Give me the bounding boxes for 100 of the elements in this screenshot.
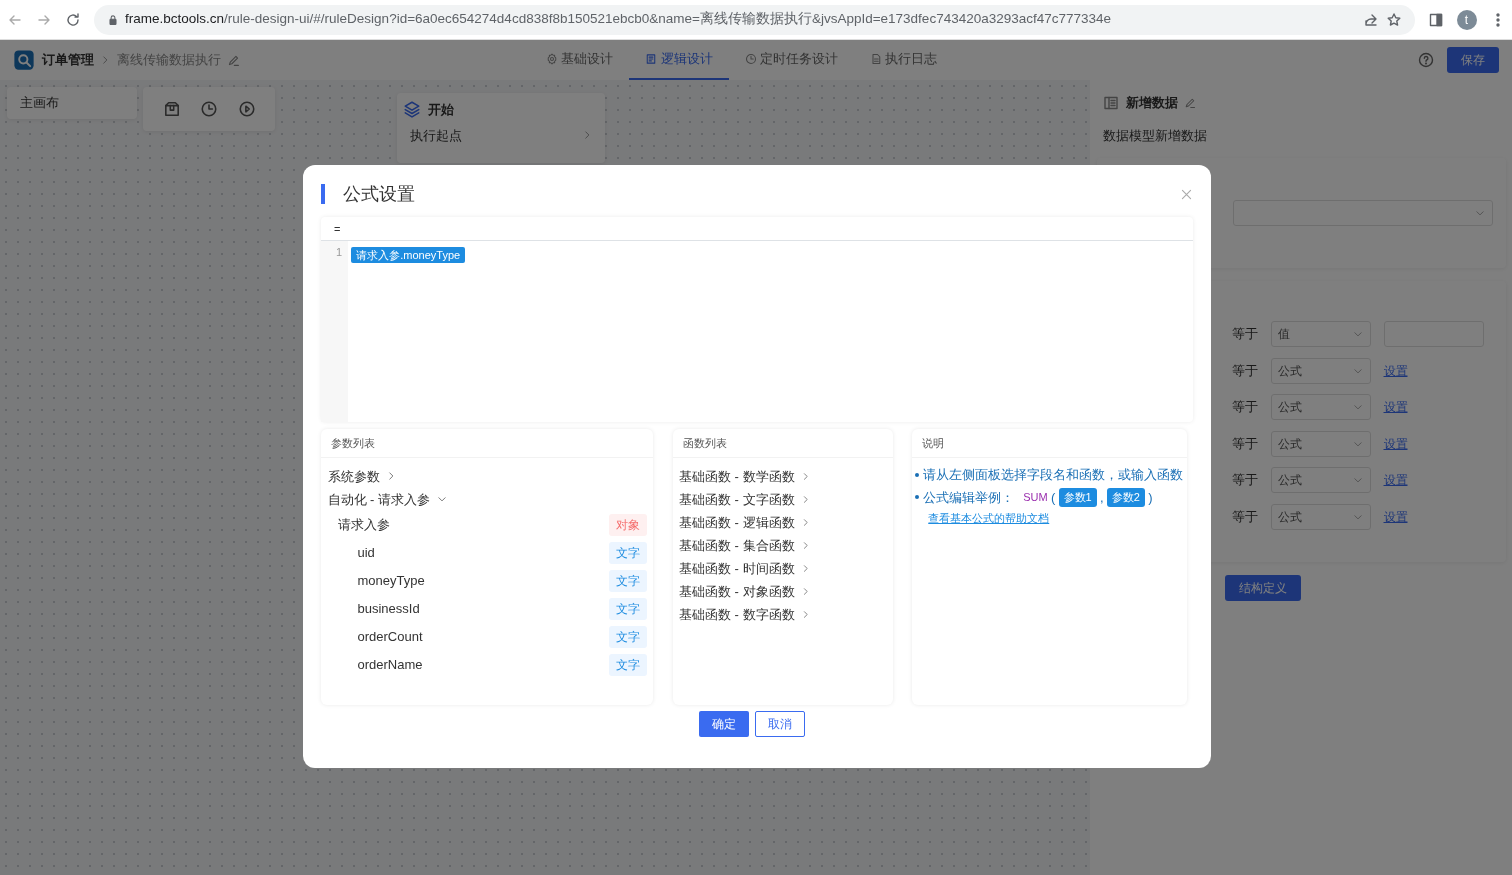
node-item: 执行起点 xyxy=(409,126,462,145)
start-node[interactable]: 开始 执行起点 xyxy=(396,93,605,163)
set-link[interactable]: 设置 xyxy=(1383,398,1408,416)
tab[interactable]: 基础设计 xyxy=(530,40,630,80)
tab[interactable]: 执行日志 xyxy=(853,40,953,80)
operator-label: 等于 xyxy=(1231,434,1258,453)
panel-heading: 说明 xyxy=(912,428,1187,459)
operator-label: 等于 xyxy=(1231,507,1258,526)
select-value: 值 xyxy=(1278,326,1290,343)
panel-title: 新增数据 xyxy=(1125,94,1178,112)
function-item[interactable]: 基础函数 - 文字函数 xyxy=(679,489,795,509)
formula-token: 请求入参.moneyType xyxy=(351,246,466,263)
operator-label: 等于 xyxy=(1231,361,1258,380)
select-value: 公式 xyxy=(1278,435,1302,453)
param-item[interactable]: 请求入参 xyxy=(337,515,390,535)
play-icon[interactable] xyxy=(237,99,256,118)
function-item[interactable]: 基础函数 - 对象函数 xyxy=(679,581,795,601)
clock-icon[interactable] xyxy=(200,99,218,118)
set-link[interactable]: 设置 xyxy=(1383,471,1408,489)
function-item[interactable]: 基础函数 - 数学函数 xyxy=(679,466,795,486)
function-item[interactable]: 基础函数 - 时间函数 xyxy=(679,558,795,578)
dropdown-icon xyxy=(1353,475,1363,485)
save-button[interactable]: 保存 xyxy=(1447,47,1499,73)
function-item[interactable]: 基础函数 - 数字函数 xyxy=(679,604,795,624)
function-name: SUM xyxy=(1023,490,1048,505)
url-text: frame.bctools.cn/rule-design-ui/#/ruleDesign?id=6a0ec654274d4cd838f8b150521ebcb0&name=离线传输数据执行&jvsAppId=e173dfec743420a3293acf47c777334e xyxy=(125,10,1112,29)
panel-subtitle: 数据模型新增数据 xyxy=(1102,126,1208,145)
select-field[interactable] xyxy=(1232,200,1493,226)
chevron-icon xyxy=(801,517,811,527)
help-link[interactable]: 查看基本公式的帮助文档 xyxy=(928,510,1050,527)
help-text: 请从左侧面板选择字段名和函数，或输入函数 xyxy=(922,465,1183,484)
edit-icon[interactable] xyxy=(1184,96,1196,109)
line-number: 1 xyxy=(335,246,342,259)
chevron-icon xyxy=(801,540,811,550)
avatar[interactable]: t xyxy=(1456,9,1477,30)
lock-icon xyxy=(106,13,119,26)
edit-icon[interactable] xyxy=(227,53,240,67)
param-item[interactable]: moneyType xyxy=(357,571,425,591)
dropdown-icon xyxy=(1353,402,1363,412)
param-item[interactable]: orderCount xyxy=(357,627,423,647)
type-tag: 文字 xyxy=(608,597,647,620)
select-field[interactable]: 值 xyxy=(1270,321,1371,347)
param-group[interactable]: 自动化 - 请求入参 xyxy=(327,489,431,509)
argument-chip: 参数2 xyxy=(1106,488,1145,507)
document-icon xyxy=(869,53,882,65)
bullet xyxy=(915,495,920,500)
formula-editor[interactable]: = 1 请求入参.moneyType xyxy=(321,217,1193,423)
panel-heading: 参数列表 xyxy=(321,428,653,459)
function-item[interactable]: 基础函数 - 逻辑函数 xyxy=(679,512,795,532)
select-field[interactable]: 公式 xyxy=(1270,467,1371,493)
function-item[interactable]: 基础函数 - 集合函数 xyxy=(679,535,795,555)
chevron-icon xyxy=(801,609,811,619)
help-text: 公式编辑举例： xyxy=(922,488,1014,507)
param-item[interactable]: businessId xyxy=(357,599,420,619)
select-value: 公式 xyxy=(1278,362,1302,380)
type-tag: 文字 xyxy=(608,653,647,676)
panel-icon xyxy=(1103,94,1119,111)
chevron-icon xyxy=(801,586,811,596)
reload-icon[interactable] xyxy=(64,11,81,28)
canvas-tab[interactable]: 主画布 xyxy=(6,86,137,119)
paren-text: ) xyxy=(1148,488,1153,507)
type-tag: 文字 xyxy=(608,625,647,648)
tab[interactable]: 定时任务设计 xyxy=(728,40,854,80)
cancel-button[interactable]: 取消 xyxy=(755,711,806,738)
set-link[interactable]: 设置 xyxy=(1383,361,1408,380)
param-group[interactable]: 系统参数 xyxy=(327,466,380,486)
select-field[interactable]: 公式 xyxy=(1270,503,1371,530)
paren-text: ( xyxy=(1050,488,1056,507)
select-field[interactable]: 公式 xyxy=(1270,430,1371,457)
chevron-icon xyxy=(801,563,811,573)
box-icon[interactable] xyxy=(162,99,181,118)
define-button[interactable]: 结构定义 xyxy=(1225,574,1301,601)
panel-heading: 函数列表 xyxy=(672,428,893,459)
type-tag: 对象 xyxy=(608,513,647,536)
param-item[interactable]: uid xyxy=(357,543,375,563)
param-item[interactable]: orderName xyxy=(357,655,423,675)
sidebar-icon[interactable] xyxy=(1427,11,1444,28)
dropdown-icon xyxy=(1475,208,1485,218)
chevron-icon xyxy=(100,55,110,65)
ok-button[interactable]: 确定 xyxy=(698,711,749,738)
document-icon xyxy=(645,53,658,65)
layers-icon xyxy=(403,100,421,119)
chevron-icon xyxy=(801,471,811,481)
argument-chip: 参数1 xyxy=(1058,488,1097,507)
close-icon[interactable] xyxy=(1180,187,1193,201)
type-tag: 文字 xyxy=(608,569,647,592)
help-icon[interactable] xyxy=(1418,52,1434,68)
chevron-icon xyxy=(801,494,811,504)
breadcrumb-link[interactable]: 订单管理 xyxy=(41,50,94,70)
select-field[interactable]: 公式 xyxy=(1270,394,1371,420)
star-icon[interactable] xyxy=(1385,11,1402,28)
chevron-icon[interactable] xyxy=(386,471,396,482)
clock-icon xyxy=(744,53,757,65)
select-field[interactable]: 公式 xyxy=(1270,357,1371,384)
bullet xyxy=(915,472,920,477)
address-bar[interactable]: frame.bctools.cn/rule-design-ui/#/ruleDesign?id=6a0ec654274d4cd838f8b150521ebcb0&name=离线传输数据执行&jvsAppId=e173dfec743420a3293acf47c777334e xyxy=(93,4,1415,35)
set-link[interactable]: 设置 xyxy=(1383,507,1408,526)
select-value: 公式 xyxy=(1278,472,1302,489)
equals-sign: = xyxy=(334,222,341,235)
set-link[interactable]: 设置 xyxy=(1383,434,1408,453)
